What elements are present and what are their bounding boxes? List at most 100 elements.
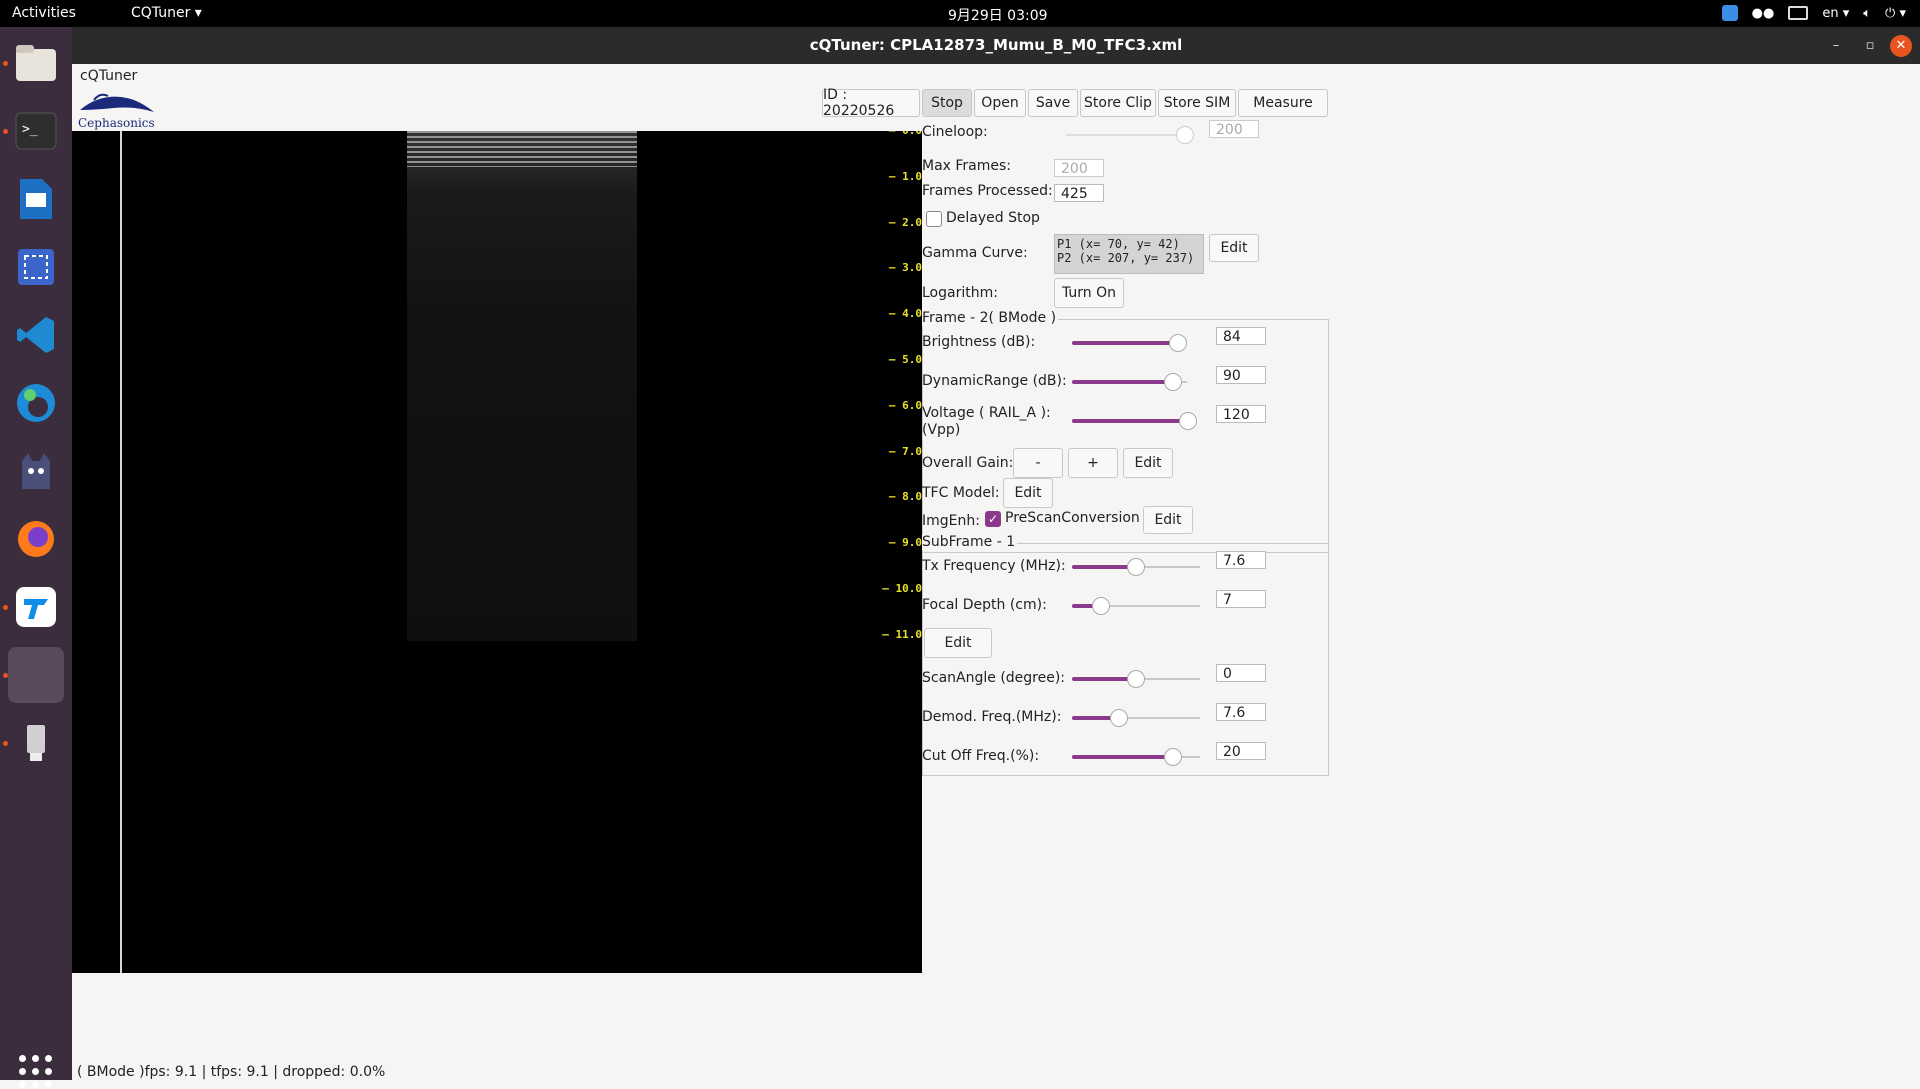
show-apps-icon[interactable] — [19, 1055, 53, 1089]
tx-frequency-slider[interactable] — [1072, 557, 1200, 577]
terminal-icon[interactable]: >_ — [8, 103, 64, 159]
usb-drive-icon[interactable] — [8, 715, 64, 771]
window-title: cQTuner: CPLA12873_Mumu_B_M0_TFC3.xml — [809, 36, 1183, 54]
keyboard-icon[interactable] — [1788, 3, 1809, 23]
measure-button[interactable]: Measure — [1238, 89, 1328, 117]
logarithm-turn-on-button[interactable]: Turn On — [1054, 278, 1124, 308]
store-clip-button[interactable]: Store Clip — [1080, 89, 1156, 117]
power-menu[interactable]: ⏻ ▾ — [1885, 3, 1906, 23]
maximize-button[interactable]: ▫ — [1859, 35, 1881, 57]
demod-freq-field[interactable]: 7.6 — [1216, 703, 1266, 721]
tfc-model-label: TFC Model: — [922, 485, 1000, 501]
app-menu[interactable]: CQTuner ▾ — [131, 5, 202, 21]
cutoff-freq-field[interactable]: 20 — [1216, 742, 1266, 760]
screenshot-icon[interactable] — [8, 239, 64, 295]
scan-angle-label: ScanAngle (degree): — [922, 670, 1066, 686]
dock: >_ — [0, 27, 72, 1088]
minimize-button[interactable]: – — [1825, 35, 1847, 57]
overall-gain-label: Overall Gain: — [922, 455, 1014, 471]
depth-tick: – 0.0 — [889, 131, 922, 137]
focal-depth-slider[interactable] — [1072, 596, 1200, 616]
depth-tick: – 6.0 — [888, 398, 922, 412]
tfc-model-edit-button[interactable]: Edit — [1003, 478, 1053, 508]
depth-tick: – 9.0 — [888, 536, 922, 550]
scan-angle-slider[interactable] — [1072, 669, 1200, 689]
gain-edit-button[interactable]: Edit — [1123, 448, 1173, 478]
voltage-unit-label: (Vpp) — [922, 422, 961, 438]
delayed-stop-label: Delayed Stop — [946, 210, 1040, 226]
voltage-slider[interactable] — [1072, 411, 1197, 431]
active-app-icon[interactable] — [8, 647, 64, 703]
brightness-slider[interactable] — [1072, 333, 1187, 353]
edge-icon[interactable] — [8, 375, 64, 431]
brightness-field[interactable]: 84 — [1216, 327, 1266, 345]
imgenh-label: ImgEnh: — [922, 513, 980, 529]
ultrasound-image-view[interactable]: – 0.0 – 1.0 – 2.0 – 3.0 – 4.0 – 5.0 – 6.0 – 7.0… — [72, 131, 922, 973]
cutoff-freq-slider[interactable] — [1072, 747, 1200, 767]
depth-tick: – 3.0 — [888, 261, 922, 275]
depth-tick: – 11.0 — [882, 627, 922, 641]
open-button[interactable]: Open — [974, 89, 1026, 117]
cursor-line — [120, 131, 122, 973]
focal-depth-label: Focal Depth (cm): — [922, 597, 1047, 613]
frames-processed-field: 425 — [1054, 184, 1104, 202]
subframe-group-title: SubFrame - 1 — [922, 534, 1018, 550]
depth-tick: – 2.0 — [888, 215, 922, 229]
gamma-curve-points: P1 (x= 70, y= 42) P2 (x= 207, y= 237) — [1054, 234, 1204, 274]
owl-icon[interactable]: ●● — [1752, 3, 1775, 23]
gain-plus-button[interactable]: + — [1068, 448, 1118, 478]
subframe-edit-button[interactable]: Edit — [924, 628, 992, 658]
svg-text:>_: >_ — [22, 122, 38, 137]
cephasonics-logo: Cephasonics — [74, 88, 158, 134]
scan-angle-field[interactable]: 0 — [1216, 664, 1266, 682]
dynamic-range-slider[interactable] — [1072, 372, 1187, 392]
app-area: cQTuner Cephasonics ID : 20220526 Stop O… — [72, 64, 1920, 1080]
store-sim-button[interactable]: Store SIM — [1158, 89, 1236, 117]
files-icon[interactable] — [8, 35, 64, 91]
depth-tick: – 7.0 — [888, 444, 922, 458]
demod-freq-slider[interactable] — [1072, 708, 1200, 728]
save-button[interactable]: Save — [1028, 89, 1078, 117]
sync-icon[interactable] — [1721, 3, 1738, 23]
teamviewer-icon[interactable] — [8, 579, 64, 635]
prescan-checkbox[interactable]: ✓ — [985, 511, 1001, 527]
menu-cqtuner[interactable]: cQTuner — [80, 68, 137, 84]
gamma-p2: P2 (x= 207, y= 237) — [1057, 251, 1195, 265]
cutoff-freq-label: Cut Off Freq.(%): — [922, 748, 1040, 764]
gain-minus-button[interactable]: - — [1013, 448, 1063, 478]
prescan-label: PreScanConversion — [1005, 510, 1140, 526]
tx-frequency-field[interactable]: 7.6 — [1216, 551, 1266, 569]
voltage-field[interactable]: 120 — [1216, 405, 1266, 423]
bmode-scan-image — [407, 131, 637, 641]
clock[interactable]: 9月29日 03:09 — [948, 5, 1048, 25]
stop-button[interactable]: Stop — [922, 89, 972, 117]
demod-freq-label: Demod. Freq.(MHz): — [922, 709, 1062, 725]
logarithm-label: Logarithm: — [922, 285, 998, 301]
voltage-label: Voltage ( RAIL_A ): — [922, 405, 1051, 421]
firefox-icon[interactable] — [8, 511, 64, 567]
max-frames-field: 200 — [1054, 159, 1104, 177]
cineloop-slider — [1066, 125, 1194, 145]
language-selector[interactable]: en ▾ — [1822, 3, 1849, 23]
focal-depth-field[interactable]: 7 — [1216, 590, 1266, 608]
cineloop-label: Cineloop: — [922, 124, 988, 140]
dynamic-range-label: DynamicRange (dB): — [922, 373, 1067, 389]
imgenh-edit-button[interactable]: Edit — [1143, 506, 1193, 534]
dynamic-range-field[interactable]: 90 — [1216, 366, 1266, 384]
depth-tick: – 1.0 — [888, 169, 922, 183]
depth-tick: – 5.0 — [888, 353, 922, 366]
window-titlebar: cQTuner: CPLA12873_Mumu_B_M0_TFC3.xml – … — [72, 27, 1920, 64]
gnome-top-bar: Activities CQTuner ▾ 9月29日 03:09 ●● en ▾… — [0, 0, 1920, 27]
activities-button[interactable]: Activities — [12, 5, 76, 21]
cineloop-value: 200 — [1209, 120, 1259, 138]
subframe-group — [922, 543, 1329, 776]
close-button[interactable]: ✕ — [1890, 35, 1912, 57]
vscode-icon[interactable] — [8, 307, 64, 363]
frame-group-title: Frame - 2( BMode ) — [922, 310, 1059, 326]
volume-icon[interactable]: 🔈︎ — [1863, 3, 1871, 23]
system-tray: ●● en ▾ 🔈︎ ⏻ ▾ — [1721, 3, 1906, 23]
gamma-edit-button[interactable]: Edit — [1209, 234, 1259, 262]
cat-app-icon[interactable] — [8, 443, 64, 499]
impress-icon[interactable] — [8, 171, 64, 227]
delayed-stop-checkbox[interactable] — [926, 211, 942, 227]
